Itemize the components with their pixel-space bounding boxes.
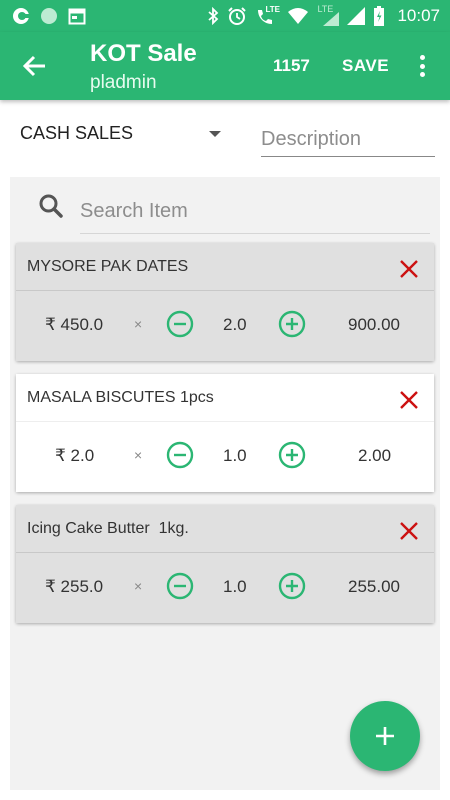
add-icon [376, 727, 394, 745]
minus-icon[interactable] [166, 310, 194, 338]
save-button[interactable]: SAVE [342, 56, 389, 76]
item-quantity: 1.0 [223, 446, 247, 465]
close-icon[interactable] [398, 520, 420, 542]
minus-icon[interactable] [166, 572, 194, 600]
user-subtitle: pladmin [90, 72, 157, 93]
item-price: ₹ 2.0 [55, 446, 95, 465]
item-name: MYSORE PAK DATES [27, 258, 189, 275]
item-price: ₹ 450.0 [45, 315, 104, 334]
sale-type-value: CASH SALES [20, 123, 134, 143]
close-icon[interactable] [398, 389, 420, 411]
multiply-sign: × [134, 316, 143, 332]
kot-number[interactable]: 1157 [273, 56, 310, 76]
item-quantity: 1.0 [223, 577, 247, 596]
calendar-icon [68, 8, 86, 25]
sale-type-dropdown[interactable]: CASH SALES [20, 120, 225, 150]
notification-icon [13, 8, 29, 24]
search-input[interactable] [80, 190, 430, 234]
item-details: ₹ 2.0 × 1.0 2.00 [16, 422, 434, 492]
alarm-icon [228, 7, 247, 25]
item-quantity: 2.0 [223, 315, 247, 334]
item-details: ₹ 450.0 × 2.0 900.00 [16, 291, 434, 361]
add-item-button[interactable] [350, 701, 420, 771]
description-field[interactable] [261, 122, 435, 157]
close-icon[interactable] [398, 258, 420, 280]
battery-icon [374, 6, 385, 26]
plus-icon[interactable] [278, 310, 306, 338]
lte-signal: LTE [317, 4, 340, 26]
item-details: ₹ 255.0 × 1.0 255.00 [16, 553, 434, 623]
item-name: MASALA BISCUTES 1pcs [27, 389, 214, 406]
item-header: MASALA BISCUTES 1pcs [16, 374, 434, 422]
more-vert-icon[interactable] [414, 52, 430, 80]
item-total: 2.00 [358, 446, 392, 465]
signal-icon [347, 7, 366, 25]
status-bar: LTE LTE 10:07 [0, 0, 450, 32]
item-header: MYSORE PAK DATES [16, 243, 434, 291]
search-icon [39, 194, 63, 218]
circle-icon [41, 8, 57, 24]
item-price: ₹ 255.0 [45, 577, 104, 596]
bluetooth-icon [208, 7, 219, 25]
item-name: Icing Cake Butter 1kg. [27, 520, 189, 537]
toolbar: KOT Sale pladmin 1157 SAVE [0, 32, 450, 100]
item-total: 900.00 [348, 315, 400, 334]
minus-icon[interactable] [166, 441, 194, 469]
list-item: MASALA BISCUTES 1pcs ₹ 2.0 × 1.0 2.00 [16, 374, 434, 492]
status-right-icons: LTE LTE 10:07 [207, 4, 450, 26]
multiply-sign: × [134, 578, 143, 594]
signal-icon [323, 12, 340, 26]
item-total: 255.00 [348, 577, 400, 596]
clock: 10:07 [397, 6, 440, 25]
plus-icon[interactable] [278, 441, 306, 469]
arrow-back-icon[interactable] [20, 52, 50, 80]
plus-icon[interactable] [278, 572, 306, 600]
list-item: Icing Cake Butter 1kg. ₹ 255.0 × 1.0 255… [16, 505, 434, 623]
wifi-icon [288, 8, 309, 24]
page-title: KOT Sale [90, 40, 197, 67]
dropdown-arrow-icon [209, 131, 221, 137]
status-left-icons [0, 7, 86, 25]
list-item: MYSORE PAK DATES ₹ 450.0 × 2.0 900.00 [16, 243, 434, 361]
item-header: Icing Cake Butter 1kg. [16, 505, 434, 553]
volte-call-icon: LTE [255, 5, 280, 26]
multiply-sign: × [134, 447, 143, 463]
